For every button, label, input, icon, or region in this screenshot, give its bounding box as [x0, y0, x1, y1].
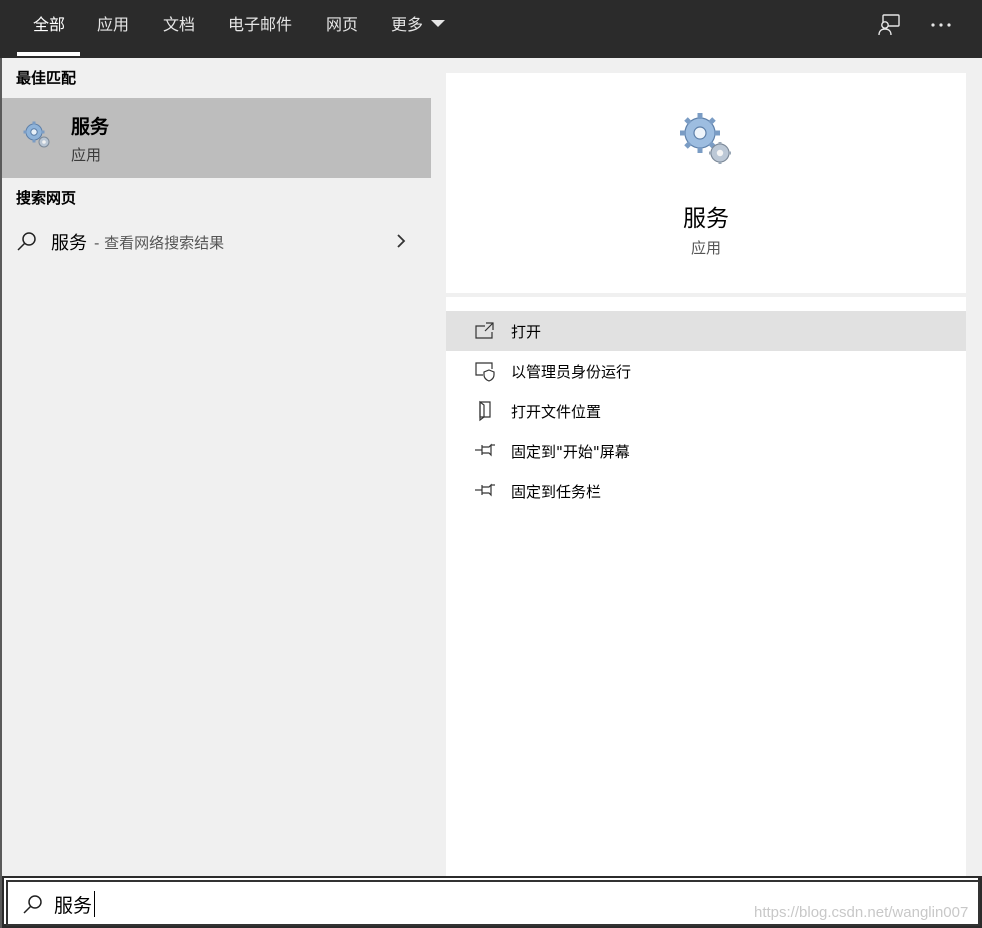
- tab-all[interactable]: 全部: [33, 14, 65, 36]
- search-box[interactable]: https://blog.csdn.net/wanglin007: [6, 880, 980, 926]
- open-icon: [474, 320, 496, 342]
- preview-subtitle: 应用: [690, 239, 721, 257]
- web-search-hint: - 查看网络搜索结果: [94, 234, 225, 252]
- top-filter-bar: 全部 应用 文档 电子邮件 网页 更多: [0, 0, 982, 58]
- tab-apps[interactable]: 应用: [97, 14, 129, 36]
- action-open[interactable]: 打开: [446, 311, 966, 351]
- tab-web[interactable]: 网页: [326, 14, 358, 36]
- best-match-subtitle: 应用: [71, 146, 102, 164]
- run-as-admin-icon: [474, 360, 496, 382]
- chevron-down-icon[interactable]: [431, 20, 445, 27]
- watermark: https://blog.csdn.net/wanglin007: [754, 904, 969, 921]
- search-icon: [16, 230, 38, 252]
- pin-icon: [474, 440, 496, 462]
- web-search-result[interactable]: 服务 - 查看网络搜索结果: [2, 221, 431, 261]
- text-cursor: [94, 891, 95, 917]
- action-open-label: 打开: [511, 323, 542, 341]
- search-bar: https://blog.csdn.net/wanglin007: [2, 876, 980, 926]
- window-edge: [0, 58, 2, 928]
- action-run-as-admin-label: 以管理员身份运行: [511, 363, 632, 381]
- action-pin-to-start[interactable]: 固定到"开始"屏幕: [446, 431, 966, 471]
- results-pane: 最佳匹配 服务 应用 搜索网页 服务 - 查看网络搜索结果: [2, 58, 431, 876]
- file-location-icon: [474, 400, 496, 422]
- pin-icon: [474, 480, 496, 502]
- feedback-icon[interactable]: [876, 12, 902, 38]
- services-gear-icon: [678, 111, 734, 167]
- action-pin-to-taskbar[interactable]: 固定到任务栏: [446, 471, 966, 511]
- best-match-result[interactable]: 服务 应用: [2, 98, 431, 178]
- action-pin-to-taskbar-label: 固定到任务栏: [511, 483, 602, 501]
- action-open-file-location-label: 打开文件位置: [511, 403, 602, 421]
- chevron-right-icon[interactable]: [394, 231, 408, 251]
- preview-title: 服务: [683, 206, 729, 232]
- tab-more[interactable]: 更多: [391, 14, 423, 36]
- preview-card: 服务 应用: [446, 73, 966, 293]
- tab-documents[interactable]: 文档: [163, 14, 195, 36]
- search-icon: [22, 893, 44, 915]
- best-match-header: 最佳匹配: [16, 69, 77, 87]
- active-tab-indicator: [17, 52, 80, 56]
- more-options-icon[interactable]: [928, 12, 954, 38]
- search-input[interactable]: [54, 889, 854, 919]
- web-search-header: 搜索网页: [16, 189, 77, 207]
- web-search-query: 服务: [51, 233, 87, 254]
- services-gear-icon: [22, 120, 52, 150]
- best-match-title: 服务: [71, 116, 110, 138]
- action-list: 打开 以管理员身份运行 打开文件位置 固定到"开始"屏幕 固定到任务栏: [446, 297, 966, 876]
- action-pin-to-start-label: 固定到"开始"屏幕: [511, 443, 630, 461]
- action-run-as-admin[interactable]: 以管理员身份运行: [446, 351, 966, 391]
- action-open-file-location[interactable]: 打开文件位置: [446, 391, 966, 431]
- tab-email[interactable]: 电子邮件: [228, 14, 292, 36]
